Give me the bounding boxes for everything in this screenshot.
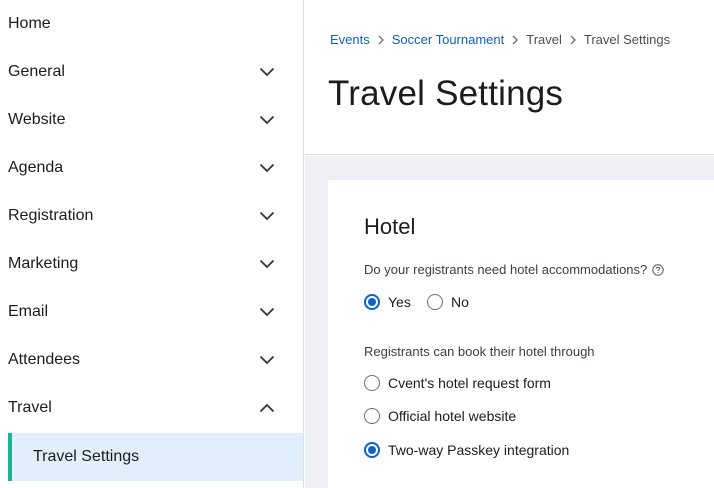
radio-passkey-label: Two-way Passkey integration (388, 442, 570, 458)
radio-official-website-circle[interactable] (364, 408, 380, 424)
breadcrumb-link-events[interactable]: Events (330, 32, 370, 47)
chevron-down-icon (259, 112, 275, 128)
sidebar-item-email[interactable]: Email (0, 288, 303, 336)
chevron-down-icon (259, 208, 275, 224)
chevron-right-icon (570, 35, 576, 45)
hotel-card: Hotel Do your registrants need hotel acc… (328, 180, 714, 488)
sidebar-item-label: Registration (8, 207, 94, 224)
radio-no-label: No (451, 294, 469, 310)
radio-official-website[interactable]: Official hotel website (364, 408, 516, 424)
sidebar-item-label: Email (8, 303, 49, 320)
sidebar-item-travel[interactable]: Travel (0, 384, 303, 432)
chevron-down-icon (259, 256, 275, 272)
radio-cvent-form[interactable]: Cvent's hotel request form (364, 375, 551, 391)
chevron-down-icon (259, 304, 275, 320)
breadcrumb-link-soccer-tournament[interactable]: Soccer Tournament (392, 32, 505, 47)
radio-no[interactable]: No (427, 294, 469, 310)
radio-yes-label: Yes (388, 294, 411, 310)
sidebar-item-label: Marketing (8, 255, 79, 272)
help-icon[interactable] (652, 263, 664, 276)
chevron-down-icon (259, 64, 275, 80)
sidebar-item-general[interactable]: General (0, 48, 303, 96)
sidebar-item-agenda[interactable]: Agenda (0, 144, 303, 192)
radio-cvent-form-circle[interactable] (364, 375, 380, 391)
sidebar-item-label: Home (8, 15, 51, 32)
page-title: Travel Settings (328, 74, 564, 113)
radio-official-website-label: Official hotel website (388, 408, 517, 424)
page-header: Events Soccer Tournament Travel Travel S… (305, 0, 714, 155)
radio-no-circle[interactable] (427, 294, 443, 310)
chevron-right-icon (378, 35, 384, 45)
section-title-hotel: Hotel (364, 214, 416, 239)
breadcrumb-item-travel-settings: Travel Settings (583, 32, 671, 47)
sidebar-item-website[interactable]: Website (0, 96, 303, 144)
sidebar-nav: Home General Website Agenda Registration… (0, 0, 304, 488)
hotel-question-label: Do your registrants need hotel accommoda… (364, 262, 648, 277)
sidebar-item-label: Attendees (8, 351, 81, 368)
sidebar-item-label: Website (8, 111, 66, 128)
chevron-down-icon (259, 352, 275, 368)
radio-yes-circle[interactable] (364, 294, 380, 310)
breadcrumb: Events Soccer Tournament Travel Travel S… (330, 32, 670, 47)
sidebar-item-marketing[interactable]: Marketing (0, 240, 303, 288)
sidebar-item-registration[interactable]: Registration (0, 192, 303, 240)
radio-passkey[interactable]: Two-way Passkey integration (364, 442, 569, 458)
sidebar-item-label: Travel (8, 399, 52, 416)
radio-passkey-circle[interactable] (364, 442, 380, 458)
sidebar-subitem-label: Travel Settings (33, 448, 140, 465)
main-panel: Events Soccer Tournament Travel Travel S… (305, 0, 714, 488)
radio-cvent-form-label: Cvent's hotel request form (388, 375, 551, 391)
breadcrumb-item-travel: Travel (526, 32, 562, 47)
chevron-right-icon (512, 35, 519, 45)
hotel-question: Do your registrants need hotel accommoda… (364, 262, 664, 277)
chevron-down-icon (259, 160, 275, 176)
sidebar-item-label: General (8, 63, 65, 80)
sidebar-item-label: Agenda (8, 159, 64, 176)
sidebar-item-attendees[interactable]: Attendees (0, 336, 303, 384)
booking-label: Registrants can book their hotel through (364, 344, 595, 359)
radio-yes[interactable]: Yes (364, 294, 411, 310)
chevron-up-icon (259, 400, 275, 416)
sidebar-subitem-travel-settings[interactable]: Travel Settings (8, 433, 303, 481)
sidebar-item-home[interactable]: Home (0, 0, 303, 48)
